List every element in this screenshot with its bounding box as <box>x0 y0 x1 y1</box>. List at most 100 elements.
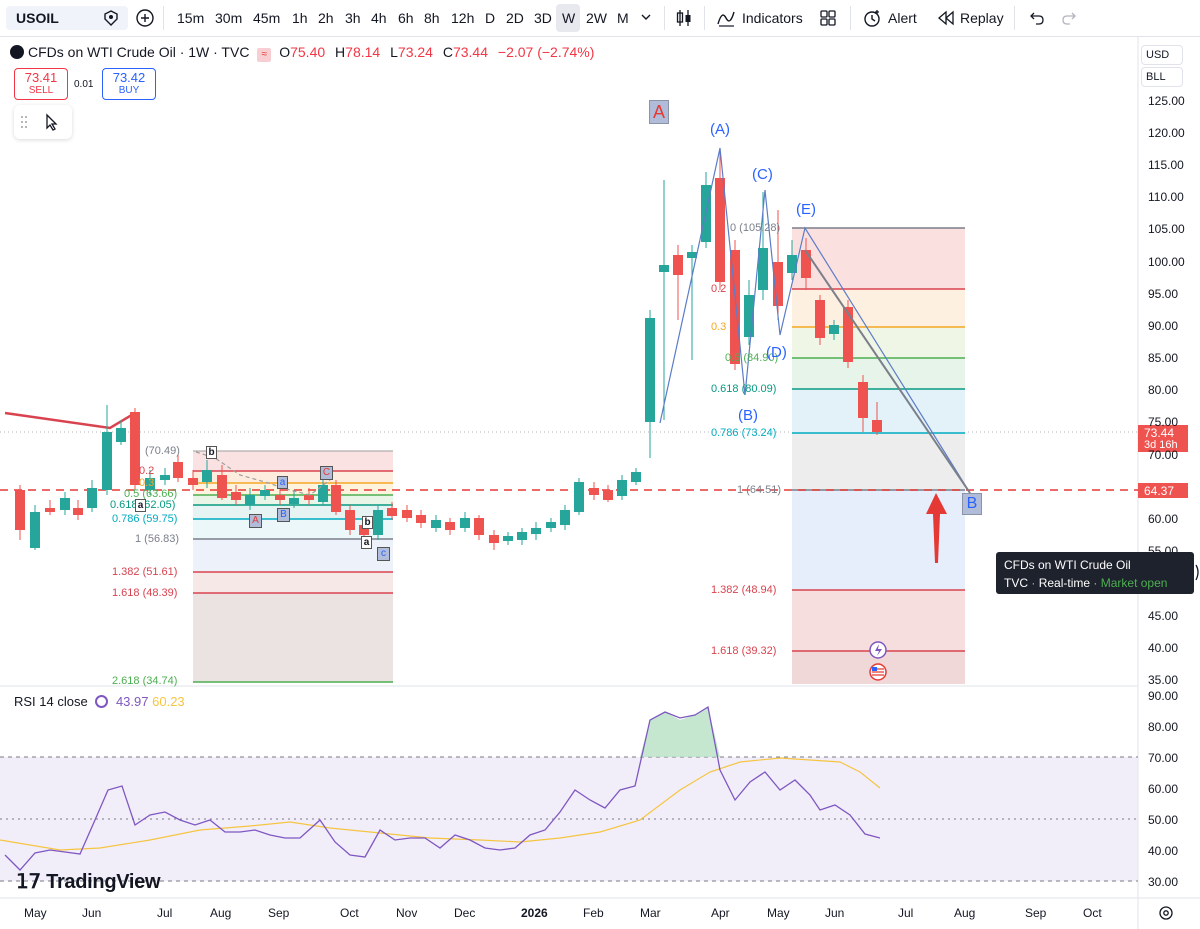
rsi-legend[interactable]: RSI 14 close 43.97 60.23 <box>14 694 185 709</box>
candle-body[interactable] <box>645 318 655 422</box>
timeframe-1h[interactable]: 1h <box>292 10 308 26</box>
candle-body[interactable] <box>589 488 599 495</box>
wave-label-small-B[interactable]: B <box>277 508 290 522</box>
candle-body[interactable] <box>345 510 355 530</box>
alert-button[interactable]: Alert <box>888 10 917 26</box>
settings-gear-icon[interactable] <box>1158 905 1174 921</box>
candle-body[interactable] <box>546 522 556 528</box>
indicators-button[interactable]: Indicators <box>742 10 803 26</box>
wave-label-small-c[interactable]: c <box>377 547 390 561</box>
candle-body[interactable] <box>30 512 40 548</box>
indicators-icon[interactable] <box>716 8 736 28</box>
candle-body[interactable] <box>202 470 212 482</box>
timeframe-12h[interactable]: 12h <box>451 10 474 26</box>
candle-body[interactable] <box>758 248 768 290</box>
candle-body[interactable] <box>45 508 55 512</box>
candle-body[interactable] <box>160 475 170 480</box>
candle-body[interactable] <box>843 307 853 362</box>
candle-body[interactable] <box>815 300 825 338</box>
candle-body[interactable] <box>474 518 484 535</box>
candle-body[interactable] <box>289 498 299 504</box>
chevron-down-icon[interactable] <box>640 11 652 23</box>
redo-icon[interactable] <box>1060 8 1080 28</box>
wave-label-wD[interactable]: (D) <box>766 344 787 361</box>
timeframe-15m[interactable]: 15m <box>177 10 204 26</box>
fib-retracement-right[interactable] <box>792 227 965 684</box>
sell-button[interactable]: 73.41 SELL <box>14 68 68 100</box>
lightning-event-icon[interactable] <box>869 641 887 659</box>
candle-body[interactable] <box>87 488 97 508</box>
candle-body[interactable] <box>416 515 426 523</box>
candle-body[interactable] <box>402 510 412 518</box>
wave-label-wE[interactable]: (E) <box>796 201 816 218</box>
candle-body[interactable] <box>460 518 470 528</box>
replay-button[interactable]: Replay <box>960 10 1004 26</box>
currency-selector[interactable]: USD <box>1141 45 1183 65</box>
candle-body[interactable] <box>659 265 669 272</box>
price-axis-handle-icon[interactable] <box>1195 564 1199 581</box>
timeframe-2D[interactable]: 2D <box>506 10 524 26</box>
trend-line[interactable] <box>4 411 136 430</box>
candle-body[interactable] <box>801 250 811 278</box>
cursor-tool-widget[interactable] <box>14 105 72 139</box>
timeframe-3D[interactable]: 3D <box>534 10 552 26</box>
candle-body[interactable] <box>304 495 314 500</box>
candle-body[interactable] <box>260 490 270 496</box>
wave-label-small-a2[interactable]: a <box>277 476 288 489</box>
candle-body[interactable] <box>872 420 882 432</box>
timeframe-45m[interactable]: 45m <box>253 10 280 26</box>
candle-body[interactable] <box>503 536 513 541</box>
candle-body[interactable] <box>188 478 198 485</box>
candle-body[interactable] <box>431 520 441 528</box>
candle-body[interactable] <box>245 495 255 505</box>
wave-label-small-C[interactable]: C <box>320 466 333 480</box>
compare-icon[interactable] <box>102 9 120 27</box>
us-flag-event-icon[interactable] <box>869 663 887 681</box>
wave-label-small-a[interactable]: a <box>361 536 372 549</box>
timeframe-30m[interactable]: 30m <box>215 10 242 26</box>
legend-title[interactable]: CFDs on WTI Crude Oil · 1W · TVC <box>28 44 249 60</box>
cursor-arrow-icon[interactable] <box>44 113 60 131</box>
candle-body[interactable] <box>531 528 541 534</box>
undo-icon[interactable] <box>1026 8 1046 28</box>
candle-body[interactable] <box>715 178 725 282</box>
candle-body[interactable] <box>617 480 627 496</box>
candle-body[interactable] <box>489 535 499 543</box>
templates-grid-icon[interactable] <box>818 8 838 28</box>
wave-label-small-b[interactable]: b <box>206 446 217 459</box>
candle-body[interactable] <box>102 432 112 490</box>
candle-body[interactable] <box>15 490 25 530</box>
candle-body[interactable] <box>603 490 613 500</box>
wave-label-A[interactable]: A <box>649 100 669 124</box>
wave-label-small-A[interactable]: A <box>249 514 262 528</box>
candle-body[interactable] <box>858 382 868 418</box>
candles-chart-type-icon[interactable] <box>674 8 694 28</box>
timeframe-4h[interactable]: 4h <box>371 10 387 26</box>
add-symbol-icon[interactable] <box>135 8 155 28</box>
candle-body[interactable] <box>387 508 397 516</box>
drag-handle-icon[interactable] <box>20 114 30 130</box>
candle-body[interactable] <box>673 255 683 275</box>
candle-body[interactable] <box>631 472 641 482</box>
alert-clock-icon[interactable] <box>862 8 882 28</box>
candle-body[interactable] <box>560 510 570 525</box>
timeframe-3h[interactable]: 3h <box>345 10 361 26</box>
candle-body[interactable] <box>829 325 839 334</box>
buy-button[interactable]: 73.42 BUY <box>102 68 156 100</box>
candle-body[interactable] <box>73 508 83 515</box>
candle-body[interactable] <box>60 498 70 510</box>
wave-label-wA[interactable]: (A) <box>710 121 730 138</box>
timeframe-D[interactable]: D <box>485 10 495 26</box>
candle-body[interactable] <box>445 522 455 530</box>
candle-body[interactable] <box>373 510 383 535</box>
wave-label-small-b[interactable]: b <box>362 516 373 529</box>
wave-label-B[interactable]: B <box>962 493 982 515</box>
symbol-search-box[interactable]: USOIL <box>6 6 128 30</box>
timeframe-2h[interactable]: 2h <box>318 10 334 26</box>
timeframe-W[interactable]: W <box>562 10 575 26</box>
candle-body[interactable] <box>116 428 126 442</box>
wave-label-wB[interactable]: (B) <box>738 407 758 424</box>
wave-label-wC[interactable]: (C) <box>752 166 773 183</box>
timeframe-6h[interactable]: 6h <box>398 10 414 26</box>
candle-body[interactable] <box>231 492 241 500</box>
